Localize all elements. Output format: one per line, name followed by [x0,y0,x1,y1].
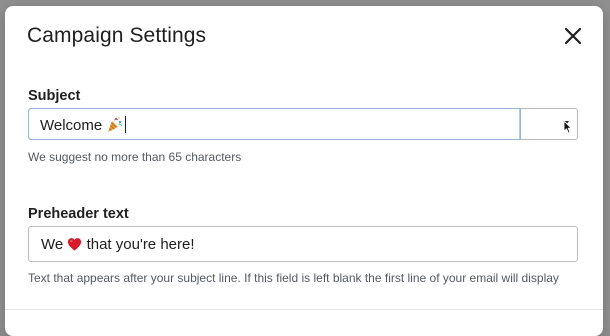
subject-helper-text: We suggest no more than 65 characters [28,150,242,164]
preheader-value-before: We [41,236,64,253]
close-button[interactable] [563,26,583,46]
caret-down-icon [563,120,572,134]
subject-value: Welcome [40,116,127,134]
preheader-value: We that you're here! [41,236,195,253]
subject-input[interactable]: Welcome [28,108,578,140]
preheader-helper-text: Text that appears after your subject lin… [28,271,559,285]
preheader-value-after: that you're here! [86,236,195,253]
preheader-input[interactable]: We that you're here! [28,226,578,262]
close-icon [564,27,582,45]
footer-divider [5,309,603,310]
campaign-settings-dialog: Campaign Settings Subject Welcome We sug… [5,6,603,336]
subject-label: Subject [28,88,81,104]
subject-text-area[interactable]: Welcome [29,109,520,139]
party-popper-emoji [108,117,123,132]
subject-value-text: Welcome [40,117,103,134]
red-heart-emoji [68,238,82,251]
dialog-title: Campaign Settings [27,24,207,47]
preheader-label: Preheader text [28,206,129,222]
text-cursor [125,116,127,133]
emoji-picker-button[interactable] [558,115,576,135]
